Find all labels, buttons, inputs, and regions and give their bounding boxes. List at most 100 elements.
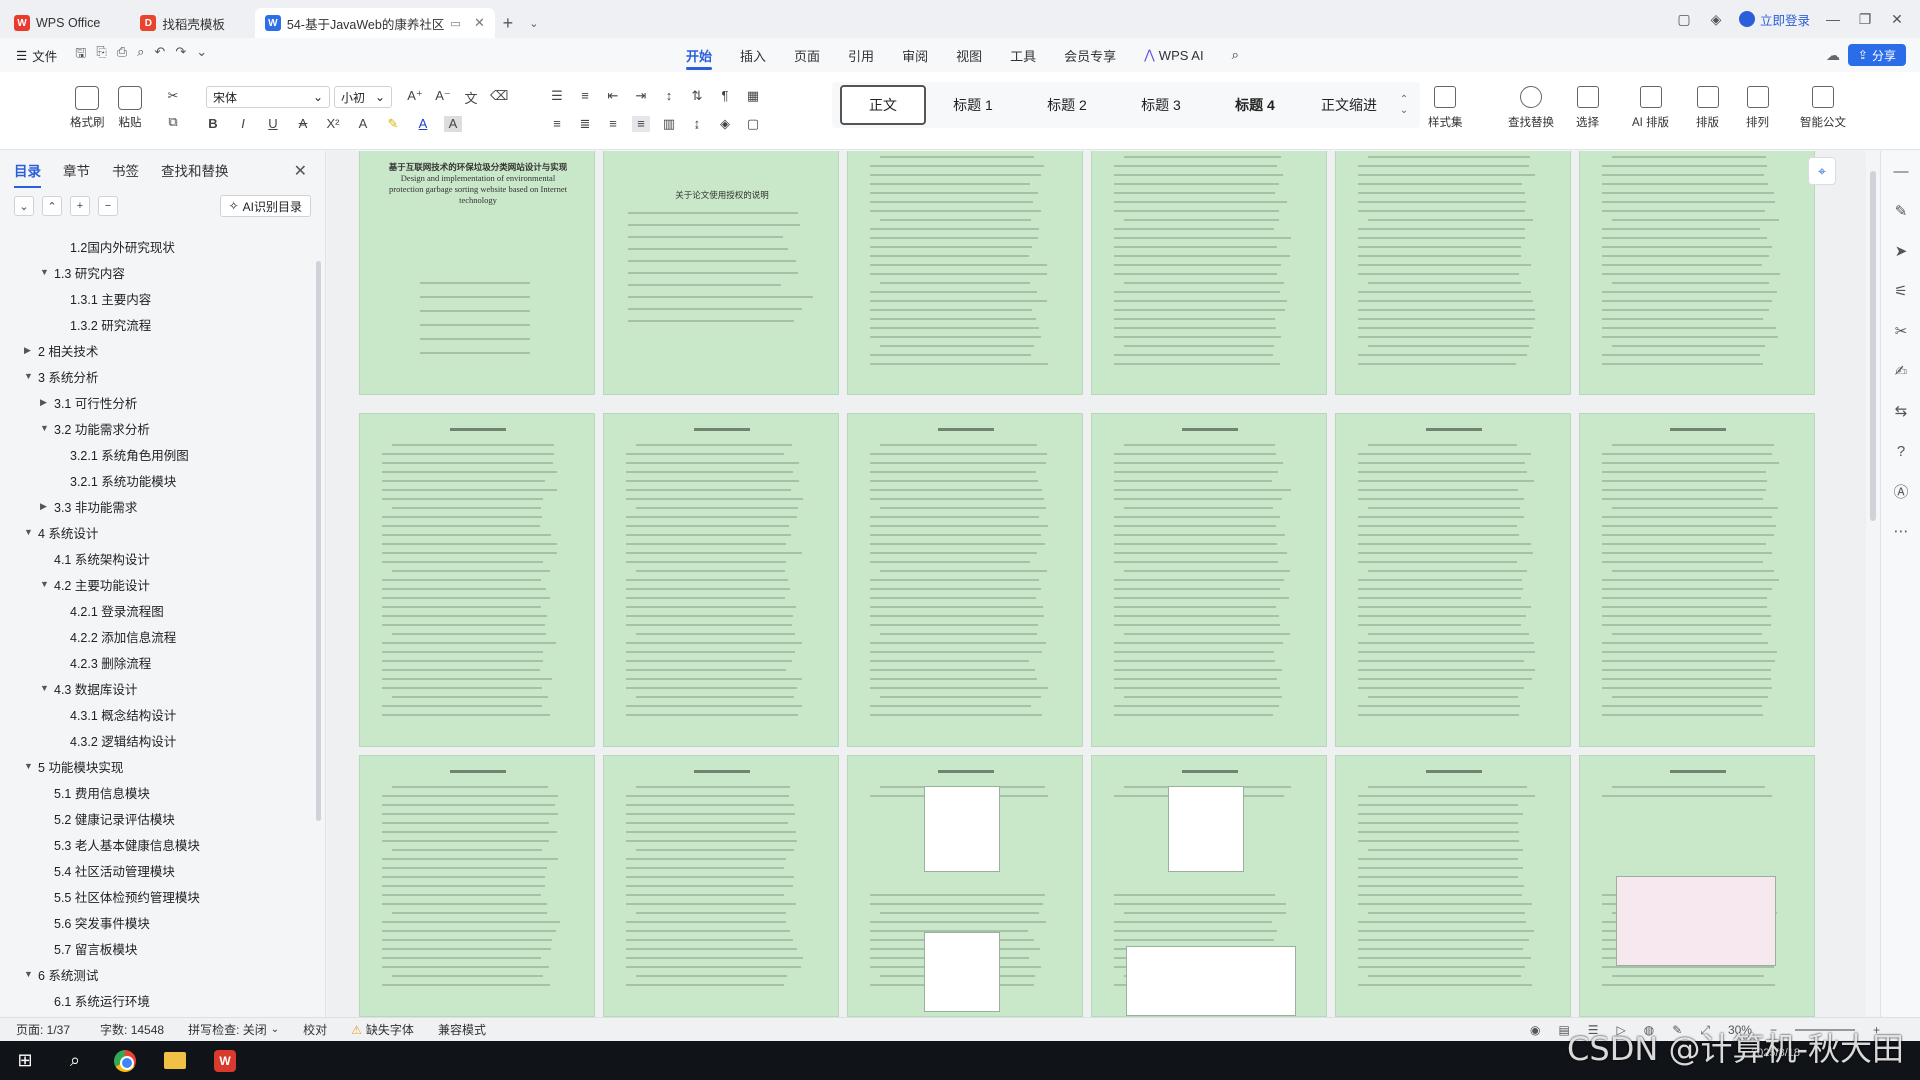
document-page[interactable] [1335, 413, 1571, 747]
toc-item[interactable]: 5.4 社区活动管理模块 [0, 857, 325, 883]
close-tab-icon[interactable]: ✕ [474, 15, 485, 31]
grow-font-icon[interactable]: A⁺ [406, 88, 424, 107]
align-right-icon[interactable]: ≡ [604, 116, 622, 132]
document-page[interactable] [1335, 755, 1571, 1017]
search-icon[interactable]: ⌕ [1218, 38, 1253, 72]
justify-icon[interactable]: ≡ [632, 116, 650, 132]
toc-item[interactable]: ▼ 5 功能模块实现 [0, 753, 325, 779]
eye-icon[interactable]: ◉ [1530, 1023, 1540, 1037]
text-effect-icon[interactable]: A [354, 116, 372, 132]
toc-item[interactable]: ▼ 4.3 数据库设计 [0, 675, 325, 701]
document-page[interactable] [1091, 413, 1327, 747]
collapsed-arrow-icon[interactable]: ▶ [40, 501, 47, 512]
minimize-icon[interactable]: — [1824, 11, 1842, 27]
sort-icon[interactable]: ⇅ [688, 88, 706, 104]
toc-item[interactable]: 5.6 突发事件模块 [0, 909, 325, 935]
toc-item[interactable]: 1.3.1 主要内容 [0, 285, 325, 311]
phonetic-icon[interactable]: 文 [462, 88, 480, 107]
copy-icon[interactable]: ⧉ [164, 114, 182, 130]
restore-icon[interactable]: ❐ [1856, 11, 1874, 28]
underline-icon[interactable]: U [264, 116, 282, 132]
border-icon[interactable]: ▢ [744, 116, 762, 132]
expanded-arrow-icon[interactable]: ▼ [24, 969, 33, 979]
scroll-thumb[interactable] [1870, 171, 1876, 521]
select-button[interactable]: 选择 [1576, 86, 1599, 130]
layout-button[interactable]: 排版 [1696, 86, 1719, 130]
smart-doc-button[interactable]: 智能公文 [1800, 86, 1846, 130]
strikethrough-icon[interactable]: A [294, 116, 312, 132]
toc-item[interactable]: 4.2.1 登录流程图 [0, 597, 325, 623]
toc-item[interactable]: 4.2.2 添加信息流程 [0, 623, 325, 649]
tab-review[interactable]: 审阅 [888, 38, 942, 72]
toc-item[interactable]: ▼ 1.3 研究内容 [0, 259, 325, 285]
expanded-arrow-icon[interactable]: ▼ [40, 423, 49, 433]
toc-item[interactable]: 1.2国内外研究现状 [0, 233, 325, 259]
toc-item[interactable]: 4.1 系统架构设计 [0, 545, 325, 571]
ai-layout-button[interactable]: AI 排版 [1632, 86, 1669, 130]
tab-insert[interactable]: 插入 [726, 38, 780, 72]
cursor-icon[interactable]: ➤ [1881, 231, 1920, 271]
nav-tab-bookmarks[interactable]: 书签 [112, 160, 139, 180]
style-heading-4[interactable]: 标题 4 [1208, 85, 1302, 125]
toc-item[interactable]: 5.5 社区体检预约管理模块 [0, 883, 325, 909]
nav-tab-chapters[interactable]: 章节 [63, 160, 90, 180]
tab-tools[interactable]: 工具 [996, 38, 1050, 72]
toc-item[interactable]: 3.2.1 系统功能模块 [0, 467, 325, 493]
tab-home[interactable]: 开始 [672, 38, 726, 72]
italic-icon[interactable]: I [234, 116, 252, 132]
highlight-icon[interactable]: ✎ [384, 116, 402, 132]
font-name-select[interactable]: 宋体 ⌄ [206, 86, 330, 108]
redo-icon[interactable]: ↷ [175, 44, 186, 66]
toc-item[interactable]: ▼ 4 系统设计 [0, 519, 325, 545]
toc-item[interactable]: 5.1 费用信息模块 [0, 779, 325, 805]
sliders-icon[interactable]: ⚟ [1881, 271, 1920, 311]
location-pin-icon[interactable]: ⌖ [1808, 157, 1836, 185]
close-window-icon[interactable]: ✕ [1888, 11, 1906, 28]
increase-indent-icon[interactable]: ⇥ [632, 88, 650, 104]
print-preview-icon[interactable]: ⌕ [137, 44, 144, 66]
font-color-icon[interactable]: A [414, 116, 432, 132]
style-set-button[interactable]: 样式集 [1428, 86, 1463, 130]
expanded-arrow-icon[interactable]: ▼ [40, 683, 49, 693]
undo-icon[interactable]: ↶ [154, 44, 165, 66]
tab-current-document[interactable]: W 54-基于JavaWeb的康养社区 ▭ ✕ [254, 8, 495, 38]
minus-icon[interactable]: — [1881, 151, 1920, 191]
collapsed-arrow-icon[interactable]: ▶ [24, 345, 31, 356]
document-page[interactable] [847, 151, 1083, 395]
table-icon[interactable]: ▦ [744, 88, 762, 104]
document-page[interactable] [1335, 151, 1571, 395]
nav-tab-toc[interactable]: 目录 [14, 160, 41, 188]
style-heading-1[interactable]: 标题 1 [926, 85, 1020, 125]
windows-start-icon[interactable]: ⊞ [0, 1041, 50, 1080]
toc-item[interactable]: ▶ 3.1 可行性分析 [0, 389, 325, 415]
align-center-icon[interactable]: ≣ [576, 116, 594, 132]
toc-item[interactable]: ▼ 4.2 主要功能设计 [0, 571, 325, 597]
translate-icon[interactable]: ⇆ [1881, 391, 1920, 431]
tab-view[interactable]: 视图 [942, 38, 996, 72]
document-page[interactable] [603, 413, 839, 747]
page-indicator[interactable]: 页面: 1/37 [0, 1021, 70, 1038]
document-page[interactable] [1091, 151, 1327, 395]
document-page[interactable] [847, 413, 1083, 747]
document-page[interactable] [603, 755, 839, 1017]
word-count[interactable]: 字数: 14548 [70, 1021, 164, 1038]
save-icon[interactable]: 🖫 [75, 44, 86, 66]
file-explorer-icon[interactable] [150, 1041, 200, 1080]
chrome-icon[interactable] [100, 1041, 150, 1080]
arrange-button[interactable]: 排列 [1746, 86, 1769, 130]
style-heading-3[interactable]: 标题 3 [1114, 85, 1208, 125]
paste-button[interactable]: 粘贴 [118, 86, 142, 130]
shading-icon[interactable]: ◈ [716, 116, 734, 132]
wps-taskbar-icon[interactable]: W [200, 1041, 250, 1080]
window-layout-icon[interactable]: ▢ [1675, 11, 1693, 28]
more-chevron-icon[interactable]: ⌄ [196, 44, 207, 66]
style-body-indent[interactable]: 正文缩进 [1302, 85, 1396, 125]
pen-icon[interactable]: ✎ [1881, 191, 1920, 231]
tab-wps-ai[interactable]: ⋀ WPS AI [1130, 38, 1217, 72]
remove-heading-icon[interactable]: − [98, 196, 118, 216]
toc-item[interactable]: 1.3.2 研究流程 [0, 311, 325, 337]
tab-member[interactable]: 会员专享 [1050, 38, 1130, 72]
document-page[interactable] [359, 413, 595, 747]
tab-page[interactable]: 页面 [780, 38, 834, 72]
document-page[interactable] [1579, 755, 1815, 1017]
